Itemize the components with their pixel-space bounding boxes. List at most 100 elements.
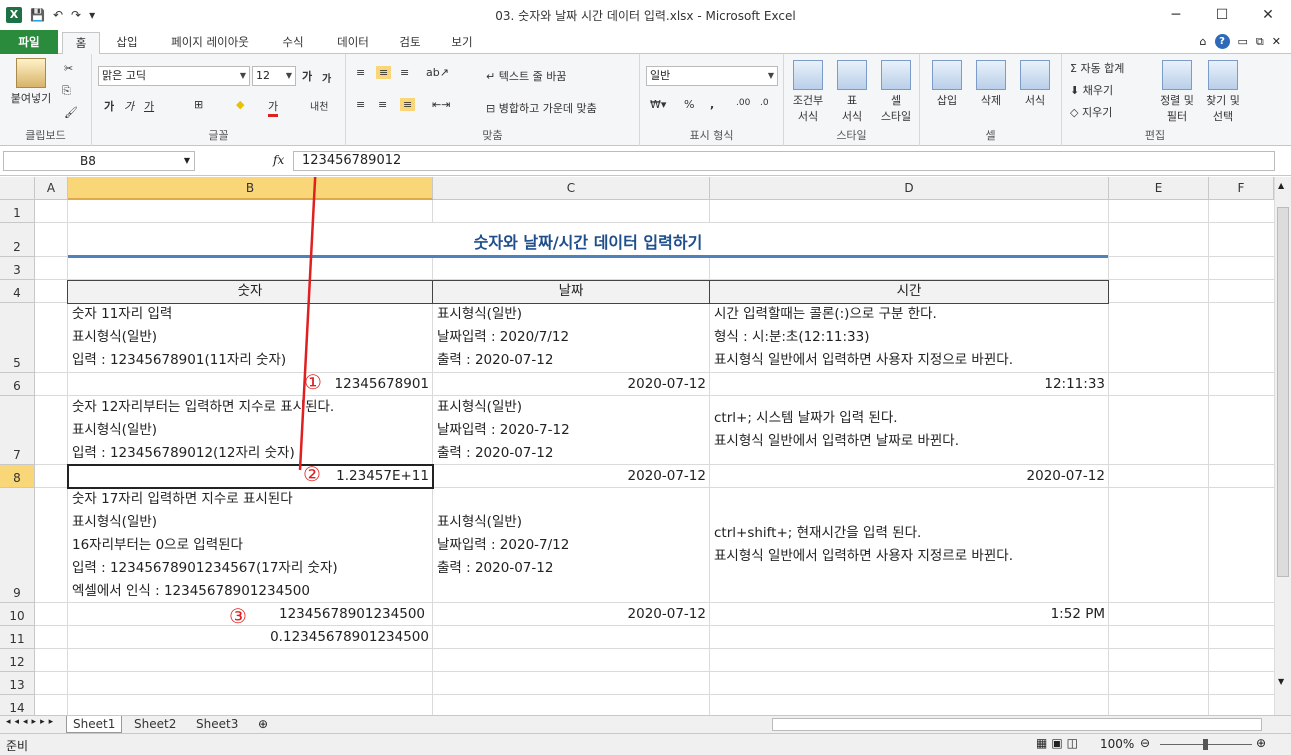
wrap-text-icon: ↵ — [486, 70, 499, 83]
name-box[interactable]: B8 ▼ — [3, 151, 195, 171]
wrap-text-button[interactable]: ↵ 텍스트 줄 바꿈 — [486, 68, 566, 84]
vertical-scrollbar[interactable]: ▲ ▼ — [1274, 177, 1291, 715]
fill-button[interactable]: ⬇ 채우기 — [1070, 82, 1113, 98]
bold-button[interactable]: 가 — [104, 98, 114, 114]
number-format-value: 일반 — [650, 69, 671, 82]
align-middle-icon[interactable]: ≡ — [376, 66, 392, 79]
formula-input[interactable]: 123456789012 — [293, 151, 1275, 171]
group-label: 셀 — [985, 129, 996, 142]
font-color-button[interactable]: 가 — [268, 98, 279, 117]
chevron-down-icon: ▼ — [183, 156, 190, 165]
zoom-slider-thumb[interactable] — [1203, 739, 1208, 750]
tab-insert[interactable]: 삽입 — [106, 32, 148, 54]
grow-font-button[interactable]: 가 — [302, 68, 312, 84]
fill-color-button[interactable]: ◆ — [236, 98, 244, 111]
doc-close-icon[interactable]: ✕ — [1272, 35, 1281, 48]
align-center-icon[interactable]: ≡ — [378, 98, 387, 111]
group-styles: 조건부 서식 표 서식 셀 스타일 스타일 — [784, 54, 920, 146]
tab-data[interactable]: 데이터 — [326, 32, 380, 54]
clear-button[interactable]: ◇ 지우기 — [1070, 104, 1112, 120]
ribbon-tabs: 파일 홈 삽입 페이지 레이아웃 수식 데이터 검토 보기 ⌂ ? ▭ ⧉ ✕ — [0, 30, 1291, 55]
tab-view[interactable]: 보기 — [440, 32, 484, 54]
format-label: 서식 — [1024, 94, 1046, 107]
sort-filter-button[interactable]: 정렬 및 필터 — [1154, 60, 1200, 124]
doc-minimize-icon[interactable]: ▭ — [1238, 35, 1248, 48]
worksheet-grid[interactable]: A B C D E F 1 2 3 4 5 6 7 8 9 10 11 12 1… — [0, 177, 1274, 715]
close-button[interactable]: ✕ — [1245, 0, 1291, 30]
border-button[interactable]: ⊞ — [194, 98, 203, 111]
sheet-tab-3[interactable]: Sheet3 — [190, 716, 244, 733]
tab-review[interactable]: 검토 — [388, 32, 432, 54]
conditional-format-button[interactable]: 조건부 서식 — [786, 60, 830, 124]
cut-icon[interactable]: ✂ — [64, 62, 73, 75]
status-ready: 준비 — [6, 739, 29, 753]
collapse-ribbon-icon[interactable]: ⌂ — [1200, 35, 1207, 48]
maximize-button[interactable]: ☐ — [1199, 0, 1245, 30]
comma-button[interactable]: , — [710, 98, 714, 111]
format-painter-icon[interactable]: 🖌 — [64, 106, 78, 119]
font-name-value: 맑은 고딕 — [102, 69, 146, 82]
scroll-thumb[interactable] — [1277, 207, 1289, 577]
chevron-down-icon: ▼ — [767, 71, 774, 80]
tab-home[interactable]: 홈 — [62, 32, 100, 55]
insert-cells-button[interactable]: 삽입 — [926, 60, 968, 108]
help-icon[interactable]: ? — [1214, 34, 1230, 49]
align-bottom-icon[interactable]: ≡ — [400, 66, 409, 79]
copy-icon[interactable]: ⎘ — [62, 84, 71, 98]
underline-button[interactable]: 가 — [144, 98, 154, 114]
decrease-decimal-icon[interactable]: .0 — [760, 98, 769, 108]
cell-styles-button[interactable]: 셀 스타일 — [874, 60, 918, 124]
tab-file[interactable]: 파일 — [0, 30, 58, 54]
sheet-nav-icons[interactable]: ◂◂◂▸▸▸ — [6, 717, 57, 727]
merge-center-button[interactable]: ⊟ 병합하고 가운데 맞춤 — [486, 100, 597, 116]
number-format-combo[interactable]: 일반 ▼ — [646, 66, 778, 86]
currency-icon[interactable]: ₩▾ — [650, 98, 666, 111]
zoom-level[interactable]: 100% — [1100, 737, 1134, 751]
find-select-button[interactable]: 찾기 및 선택 — [1200, 60, 1246, 124]
format-table-button[interactable]: 표 서식 — [832, 60, 872, 124]
sort-label: 정렬 및 필터 — [1160, 94, 1194, 123]
tab-page-layout[interactable]: 페이지 레이아웃 — [158, 32, 262, 54]
group-label: 맞춤 — [482, 129, 503, 142]
chevron-down-icon: ▼ — [285, 71, 292, 80]
minimize-button[interactable]: ─ — [1153, 0, 1199, 30]
scroll-down-icon[interactable]: ▼ — [1278, 677, 1284, 686]
name-box-value: B8 — [80, 154, 96, 168]
paste-button[interactable]: 붙여넣기 — [4, 58, 58, 106]
shrink-font-button[interactable]: 가 — [322, 70, 331, 85]
tab-formulas[interactable]: 수식 — [270, 32, 316, 54]
doc-restore-icon[interactable]: ⧉ — [1256, 35, 1264, 49]
wrap-text-label: 텍스트 줄 바꿈 — [498, 70, 567, 83]
percent-button[interactable]: % — [684, 98, 694, 111]
autosum-button[interactable]: Σ 자동 합계 — [1070, 60, 1124, 76]
align-top-icon[interactable]: ≡ — [356, 66, 365, 79]
group-clipboard: 붙여넣기 ✂ ⎘ 🖌 클립보드 — [0, 54, 92, 146]
font-name-combo[interactable]: 맑은 고딕 ▼ — [98, 66, 250, 86]
align-left-icon[interactable]: ≡ — [356, 98, 365, 111]
delete-cells-icon — [976, 60, 1006, 90]
insert-function-icon[interactable]: fx — [273, 153, 284, 167]
format-cells-button[interactable]: 서식 — [1014, 60, 1056, 108]
phonetic-button[interactable]: 내천 — [310, 98, 328, 113]
sheet-tab-1[interactable]: Sheet1 — [66, 716, 123, 733]
new-sheet-icon[interactable]: ⊕ — [258, 717, 268, 731]
increase-decimal-icon[interactable]: .00 — [736, 98, 750, 108]
orientation-icon[interactable]: ab↗ — [426, 66, 449, 79]
scroll-up-icon[interactable]: ▲ — [1278, 181, 1284, 190]
italic-button[interactable]: 가 — [124, 98, 134, 114]
delete-cells-button[interactable]: 삭제 — [970, 60, 1012, 108]
sheet-tab-2[interactable]: Sheet2 — [128, 716, 182, 733]
font-size-combo[interactable]: 12 ▼ — [252, 66, 296, 86]
annotation-arrow — [298, 177, 317, 471]
view-buttons-icon[interactable]: ▦▣◫ — [1036, 736, 1082, 750]
zoom-out-icon[interactable]: ⊖ — [1140, 736, 1150, 750]
align-right-icon[interactable]: ≡ — [400, 98, 416, 111]
marker-3: ③ — [229, 604, 247, 628]
horizontal-scrollbar[interactable] — [772, 718, 1262, 731]
clear-label: 지우기 — [1081, 106, 1113, 119]
window-title: 03. 숫자와 날짜 시간 데이터 입력.xlsx - Microsoft Ex… — [495, 9, 796, 23]
indent-icon[interactable]: ⇤⇥ — [432, 98, 450, 111]
zoom-in-icon[interactable]: ⊕ — [1256, 736, 1266, 750]
group-number: 일반 ▼ ₩▾ % , .00 .0 표시 형식 — [640, 54, 784, 146]
format-cells-icon — [1020, 60, 1050, 90]
